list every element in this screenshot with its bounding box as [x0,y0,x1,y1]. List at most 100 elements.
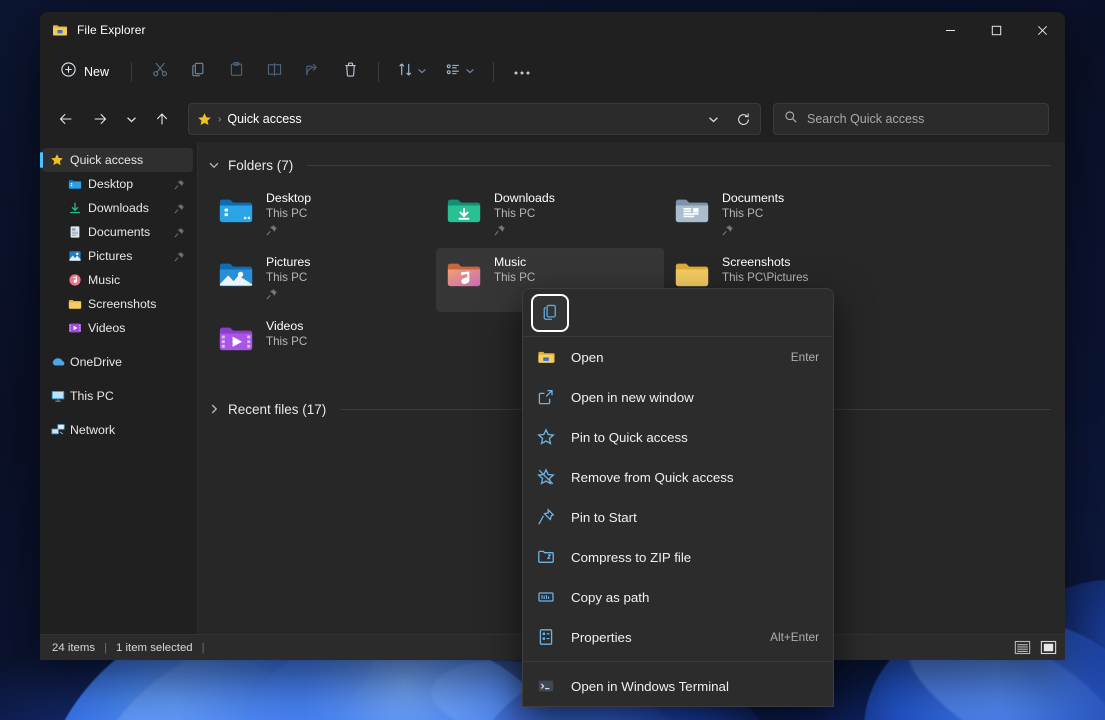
videos-folder-icon [216,318,256,358]
folder-tile-text: Music This PC [494,254,535,284]
minimize-button[interactable] [927,12,973,48]
close-button[interactable] [1019,12,1065,48]
paste-icon [228,61,245,83]
context-item-label: Pin to Start [571,510,805,525]
folder-name: Downloads [494,191,555,205]
folder-tile-videos[interactable]: Videos This PC [208,312,436,376]
sort-icon [397,61,414,83]
sidebar-item-downloads[interactable]: Downloads [42,196,193,220]
context-item-open[interactable]: Open Enter [523,337,833,377]
open-new-window-icon [535,388,557,406]
chevron-down-icon [465,63,475,81]
chevron-down-icon[interactable] [208,159,220,171]
toolbar-divider [131,62,132,82]
search-input[interactable] [807,112,1038,126]
context-item-label: Remove from Quick access [571,470,805,485]
recent-locations-button[interactable] [118,103,144,135]
context-menu[interactable]: Open Enter Open in new window Pin to Qui… [522,288,834,707]
context-item-pin-to-start[interactable]: Pin to Start [523,497,833,537]
back-button[interactable] [50,103,82,135]
context-item-pin-to-quick-access[interactable]: Pin to Quick access [523,417,833,457]
up-button[interactable] [146,103,178,135]
star-outline-icon [535,428,557,446]
context-item-label: Properties [571,630,756,645]
folder-location: This PC [266,335,307,348]
sort-button[interactable] [389,55,435,89]
header-rule [307,165,1051,166]
address-bar[interactable]: › Quick access [188,103,761,135]
onedrive-cloud-icon [50,354,70,370]
sidebar-item-this-pc[interactable]: This PC [42,384,193,408]
sidebar-item-onedrive[interactable]: OneDrive [42,350,193,374]
folder-tile-text: Downloads This PC [494,190,555,241]
context-item-label: Pin to Quick access [571,430,805,445]
copy-button[interactable] [180,55,216,89]
window-title: File Explorer [77,23,146,37]
sidebar-item-label: Downloads [88,201,149,215]
sidebar-item-music[interactable]: Music [42,268,193,292]
folder-location: This PC [494,271,535,284]
sidebar-spacer [40,340,197,350]
folder-tile-pictures[interactable]: Pictures This PC [208,248,436,312]
folder-tile-documents[interactable]: Documents This PC [664,184,892,248]
sidebar-item-quick-access[interactable]: Quick access [42,148,193,172]
sidebar-item-pictures[interactable]: Pictures [42,244,193,268]
documents-folder-icon [68,225,88,239]
rename-button[interactable] [256,55,292,89]
view-button[interactable] [437,55,483,89]
cut-button[interactable] [142,55,178,89]
list-view-icon [445,61,462,83]
large-icons-view-button[interactable] [1037,638,1059,658]
folders-group-header[interactable]: Folders (7) [208,152,1051,178]
status-separator-2: | [202,642,205,654]
pin-icon [722,223,784,241]
search-box[interactable] [773,103,1049,135]
folder-tile-desktop[interactable]: Desktop This PC [208,184,436,248]
address-dropdown-button[interactable] [698,105,728,133]
context-item-compress-to-zip[interactable]: Compress to ZIP file [523,537,833,577]
breadcrumb-separator: › [218,114,221,125]
paste-button[interactable] [218,55,254,89]
rename-icon [266,61,283,83]
pictures-folder-icon [68,249,88,263]
navigation-pane[interactable]: Quick access Desktop [40,142,198,634]
context-item-open-in-new-window[interactable]: Open in new window [523,377,833,417]
details-view-button[interactable] [1011,638,1033,658]
share-button[interactable] [294,55,330,89]
folder-tile-text: Videos This PC [266,318,307,348]
context-item-remove-from-quick-access[interactable]: Remove from Quick access [523,457,833,497]
context-item-label: Open in Windows Terminal [571,679,805,694]
see-more-button[interactable] [504,55,540,89]
music-folder-icon [68,273,88,287]
new-button[interactable]: New [50,55,121,89]
sidebar-item-documents[interactable]: Documents [42,220,193,244]
chevron-right-icon[interactable] [208,403,220,415]
music-folder-icon [444,254,484,294]
context-item-properties[interactable]: Properties Alt+Enter [523,617,833,657]
context-item-open-in-windows-terminal[interactable]: Open in Windows Terminal [523,666,833,706]
share-icon [304,61,321,83]
context-item-copy-as-path[interactable]: Copy as path [523,577,833,617]
sidebar-item-label: Documents [88,225,150,239]
folder-location: This PC [266,207,311,220]
sidebar-item-network[interactable]: Network [42,418,193,442]
refresh-button[interactable] [728,105,758,133]
breadcrumb[interactable]: Quick access [227,112,301,126]
copy-action[interactable] [533,296,567,330]
pictures-folder-icon [216,254,256,294]
sidebar-item-label: Network [70,423,115,437]
folder-tile-downloads[interactable]: Downloads This PC [436,184,664,248]
sidebar-item-desktop[interactable]: Desktop [42,172,193,196]
folder-tile-text: Desktop This PC [266,190,311,241]
context-item-accelerator: Enter [791,350,819,364]
sidebar-item-videos[interactable]: Videos [42,316,193,340]
folder-tile-text: Documents This PC [722,190,784,241]
sidebar-item-screenshots[interactable]: Screenshots [42,292,193,316]
address-bar-row: › Quick access [40,96,1065,142]
pin-icon [174,203,185,214]
pin-icon [174,251,185,262]
delete-button[interactable] [332,55,368,89]
forward-button[interactable] [84,103,116,135]
title-bar[interactable]: File Explorer [40,12,1065,48]
maximize-button[interactable] [973,12,1019,48]
